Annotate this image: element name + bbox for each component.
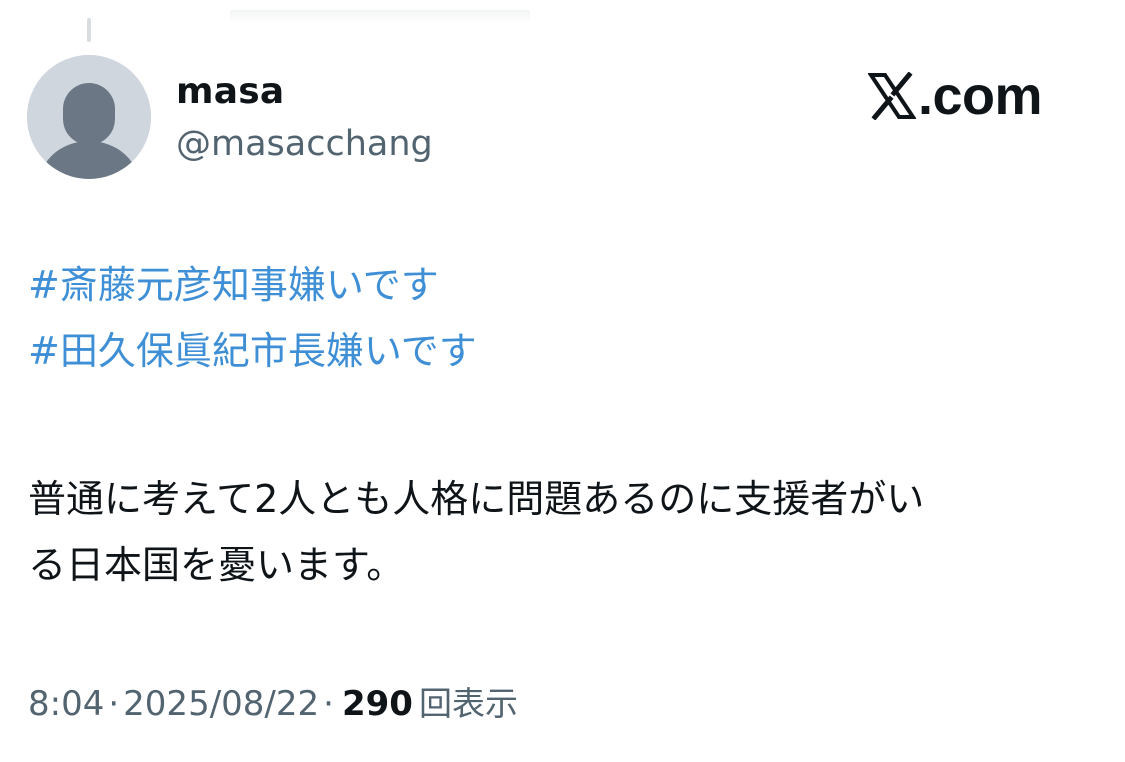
tweet-text: 普通に考えて2人とも人格に問題あるのに支援者がい る日本国を憂います。	[28, 466, 1103, 598]
tweet-time[interactable]: 8:04	[28, 684, 104, 724]
tweet-text-line: る日本国を憂います。	[28, 543, 405, 587]
author-display-name[interactable]: masa	[176, 70, 284, 114]
tweet-text-line: 普通に考えて2人とも人格に問題あるのに支援者がい	[28, 477, 925, 521]
default-avatar-icon	[27, 55, 151, 179]
x-logo-icon	[868, 72, 916, 120]
separator-dot: ·	[323, 684, 334, 724]
author-handle[interactable]: @masacchang	[176, 122, 433, 166]
tweet-hashtags: #斎藤元彦知事嫌いです #田久保眞紀市長嫌いです	[28, 252, 1103, 384]
x-com-brand: .com	[868, 66, 1043, 126]
thread-connector-line	[87, 18, 91, 42]
brand-domain-text: .com	[918, 66, 1043, 126]
views-count[interactable]: 290	[342, 684, 413, 724]
hashtag-link[interactable]: #斎藤元彦知事嫌いです	[28, 252, 1103, 318]
avatar[interactable]	[27, 55, 151, 179]
tweet-date[interactable]: 2025/08/22	[123, 684, 319, 724]
hashtag-link[interactable]: #田久保眞紀市長嫌いです	[28, 318, 1103, 384]
tweet-metadata: 8:04 · 2025/08/22 · 290 回表示	[28, 681, 518, 727]
top-shadow-fade	[230, 10, 530, 24]
views-label: 回表示	[418, 684, 518, 723]
separator-dot: ·	[108, 684, 120, 724]
